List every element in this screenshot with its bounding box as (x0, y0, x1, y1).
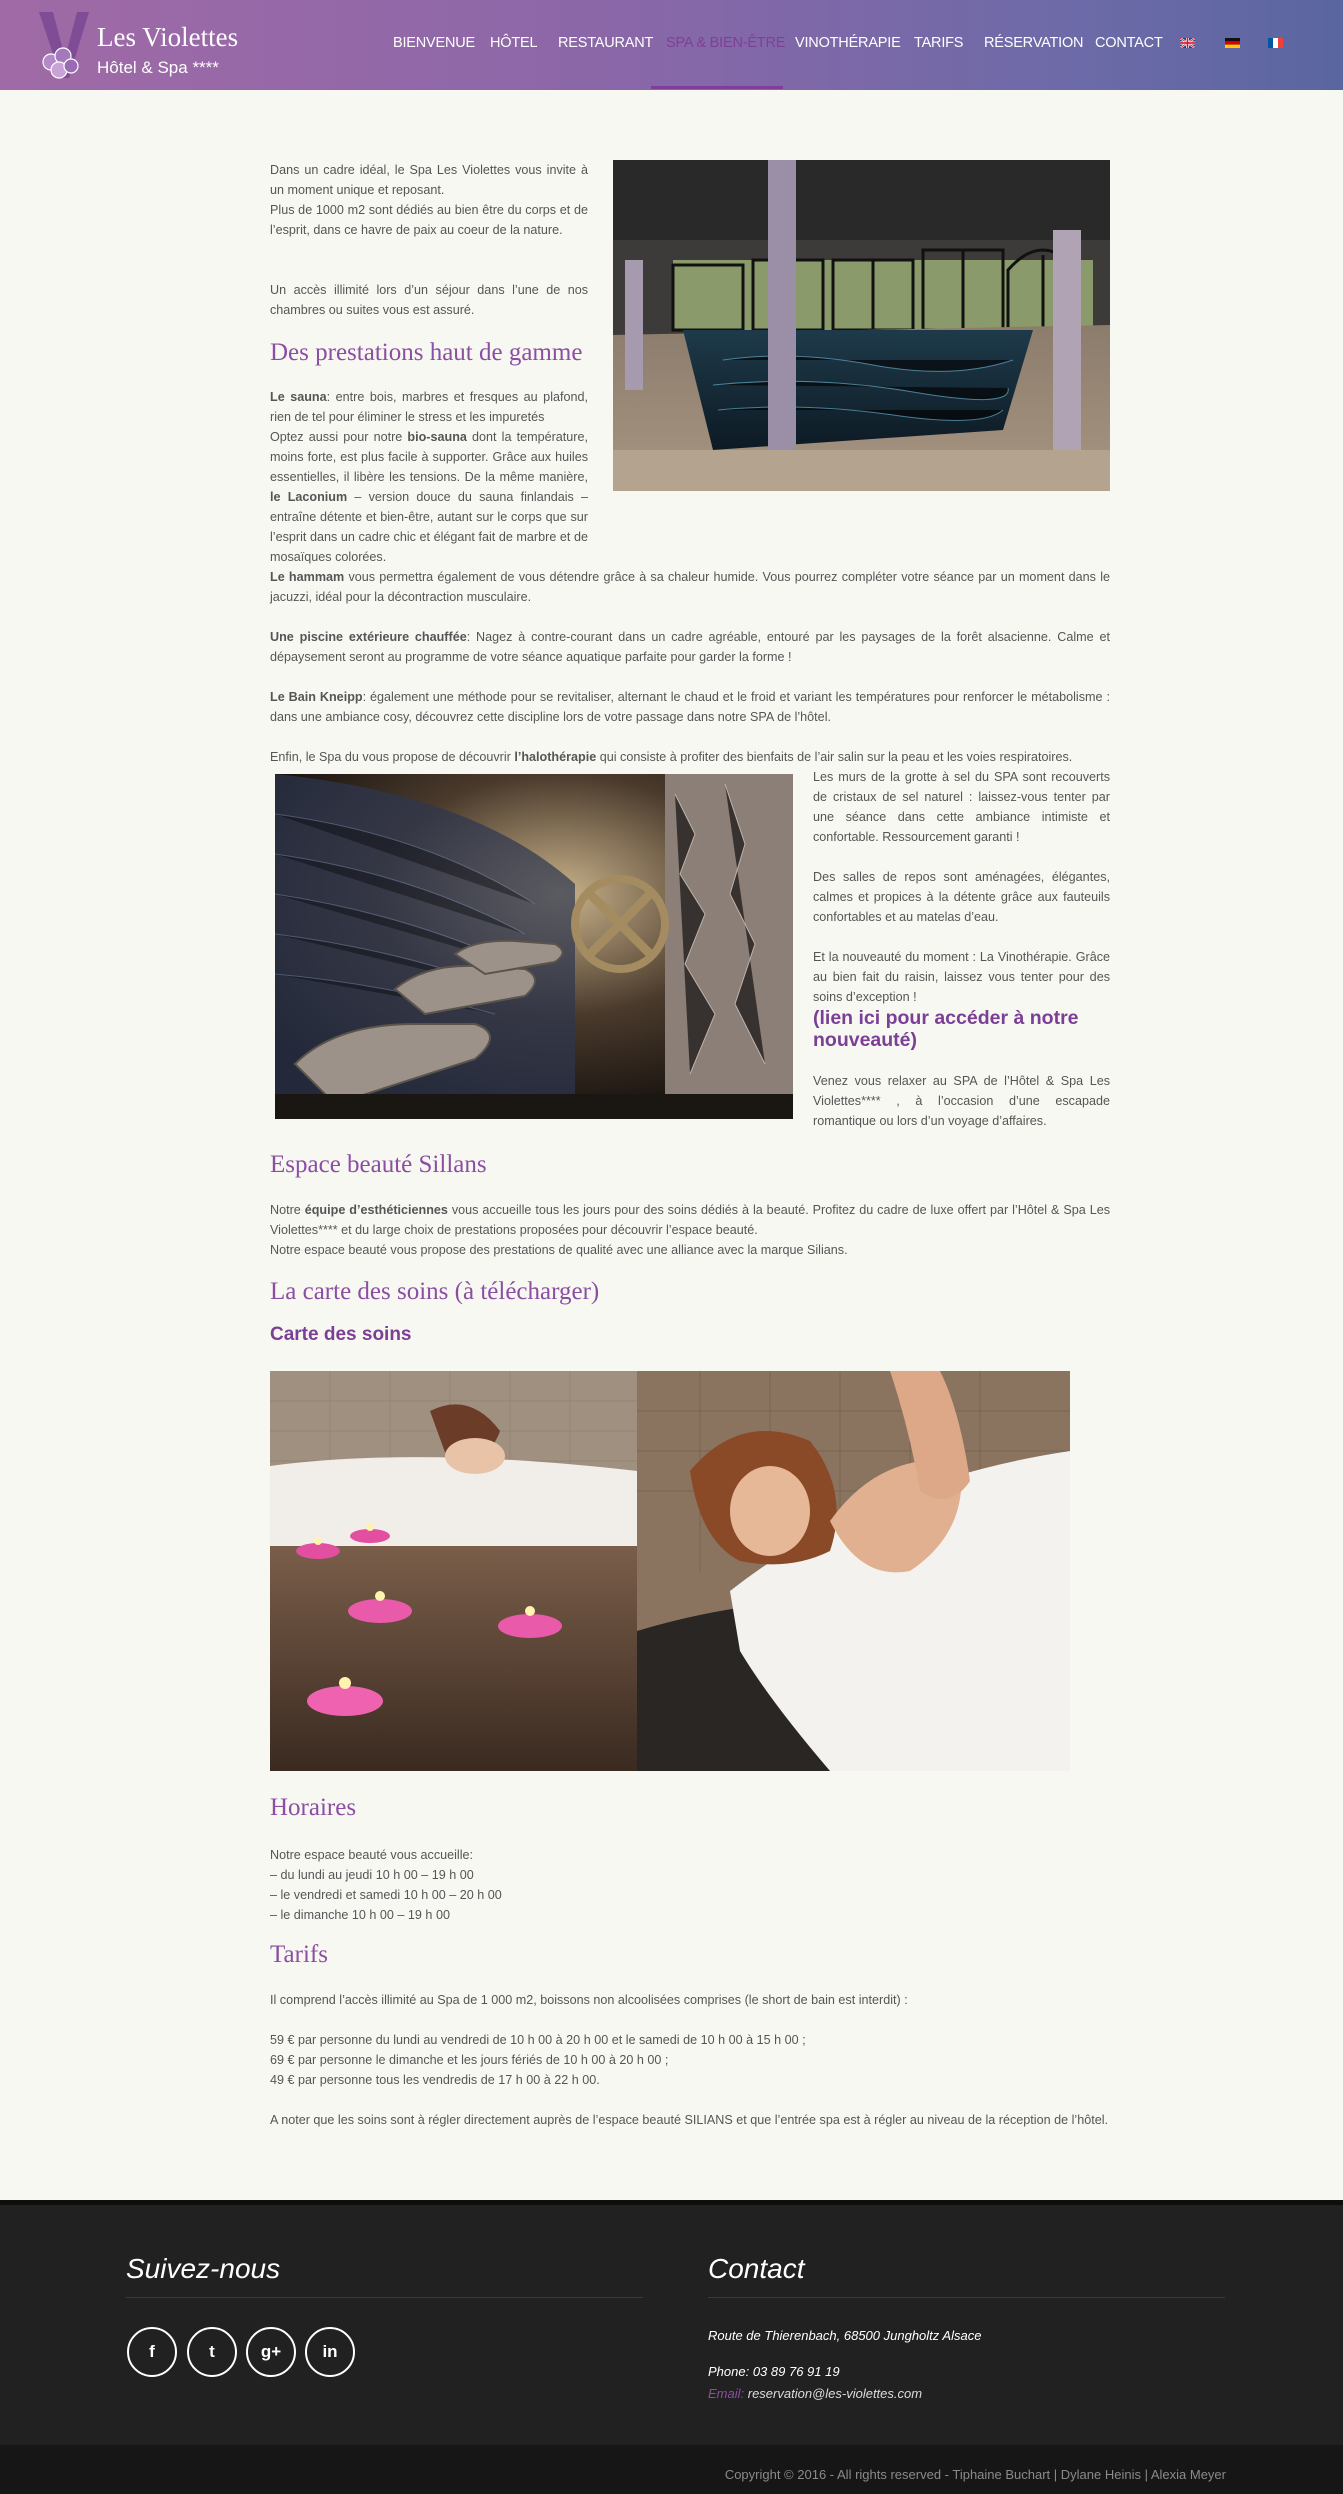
hammam-paragraph: Le hammam vous permettra également de vo… (270, 570, 1111, 604)
section-title-carte: La carte des soins (à télécharger) (270, 1278, 600, 1305)
carte-des-soins-link[interactable]: Carte des soins (270, 1325, 412, 1345)
copyright-bar: Copyright © 2016 - All rights reserved -… (0, 2445, 1343, 2494)
copyright-text: Copyright © 2016 - All rights reserved -… (724, 2467, 1226, 2482)
venez-paragraph: Venez vous relaxer au SPA de l’Hôtel & S… (813, 1074, 1110, 1128)
facebook-icon[interactable]: f (127, 2327, 177, 2377)
section-title-horaires: Horaires (270, 1794, 357, 1821)
intro-paragraph-3: Un accès illimité lors d’un séjour dans … (270, 283, 588, 317)
follow-us-title: Suivez-nous (126, 2253, 281, 2284)
sauna-label: Le sauna (270, 390, 327, 404)
french-flag-icon[interactable] (1268, 38, 1283, 48)
bio-sauna-label: bio-sauna (407, 430, 467, 444)
nav-hotel[interactable]: HÔTEL (490, 35, 538, 51)
footer-divider (708, 2297, 1225, 2298)
intro-paragraph-1: Dans un cadre idéal, le Spa Les Violette… (270, 163, 588, 197)
footer-divider (126, 2297, 643, 2298)
active-nav-indicator (651, 86, 783, 89)
nav-tarifs[interactable]: TARIFS (914, 35, 963, 51)
vinotherapie-link[interactable]: (lien ici pour accéder à notre nouveauté… (813, 1007, 1110, 1051)
site-footer: Suivez-nous f t g+ in Contact Route de T… (0, 2200, 1343, 2445)
nav-vinotherapie[interactable]: VINOTHÉRAPIE (795, 35, 901, 51)
intro-paragraph-2: Plus de 1000 m2 sont dédiés au bien être… (270, 203, 588, 237)
contact-title: Contact (708, 2253, 805, 2284)
nav-reservation[interactable]: RÉSERVATION (984, 35, 1084, 51)
repos-paragraph: Des salles de repos sont aménagées, élég… (813, 870, 1110, 924)
nav-spa-bien-etre[interactable]: SPA & BIEN-ÊTRE (666, 35, 785, 51)
nav-bienvenue[interactable]: BIENVENUE (393, 35, 475, 51)
kneipp-paragraph: Le Bain Kneipp: également une méthode po… (270, 690, 1110, 724)
linkedin-icon[interactable]: in (305, 2327, 355, 2377)
horaires-line: Notre espace beauté vous accueille: (270, 1848, 474, 1862)
laconium-label: le Laconium (270, 490, 348, 504)
nav-restaurant[interactable]: RESTAURANT (558, 35, 653, 51)
grotte-paragraph: Les murs de la grotte à sel du SPA sont … (813, 770, 1110, 844)
salt-cave-relaxation-photo (275, 774, 793, 1119)
nav-contact[interactable]: CONTACT (1095, 35, 1163, 51)
horaires-line: – le dimanche 10 h 00 – 19 h 00 (270, 1908, 450, 1922)
tarifs-note: A noter que les soins sont à régler dire… (270, 2113, 1109, 2127)
beaute-paragraph: Notre équipe d’esthéticiennes vous accue… (270, 1203, 1110, 1257)
footer-address: Route de Thierenbach, 68500 Jungholtz Al… (708, 2328, 982, 2343)
english-flag-icon[interactable] (1180, 38, 1195, 48)
price-line: 59 € par personne du lundi au vendredi d… (270, 2033, 806, 2047)
piscine-paragraph: Une piscine extérieure chauffée: Nagez à… (270, 630, 1111, 664)
price-line: 49 € par personne tous les vendredis de … (270, 2073, 600, 2087)
indoor-pool-photo (613, 160, 1110, 491)
tarifs-prices-list: 59 € par personne du lundi au vendredi d… (270, 2030, 1110, 2090)
horaires-list: Notre espace beauté vous accueille: – du… (270, 1845, 1110, 1925)
footer-phone: Phone: 03 89 76 91 19 (708, 2364, 840, 2379)
main-navigation: BIENVENUE HÔTEL RESTAURANT SPA & BIEN-ÊT… (0, 0, 1343, 90)
massage-candles-photo (270, 1371, 1070, 1771)
tarifs-intro: Il comprend l’accès illimité au Spa de 1… (270, 1993, 908, 2007)
twitter-icon[interactable]: t (187, 2327, 237, 2377)
horaires-line: – du lundi au jeudi 10 h 00 – 19 h 00 (270, 1868, 474, 1882)
google-plus-icon[interactable]: g+ (246, 2327, 296, 2377)
section-title-beaute: Espace beauté Sillans (270, 1151, 487, 1178)
footer-email-link[interactable]: reservation@les-violettes.com (748, 2386, 922, 2401)
section-title-prestations: Des prestations haut de gamme (270, 339, 583, 366)
horaires-line: – le vendredi et samedi 10 h 00 – 20 h 0… (270, 1888, 502, 1902)
halotherapie-paragraph: Enfin, le Spa du vous propose de découvr… (270, 750, 1073, 764)
price-line: 69 € par personne le dimanche et les jou… (270, 2053, 669, 2067)
footer-email-label: Email: (708, 2386, 745, 2401)
german-flag-icon[interactable] (1225, 38, 1240, 48)
site-header: Les Violettes Hôtel & Spa **** BIENVENUE… (0, 0, 1343, 90)
section-title-tarifs: Tarifs (270, 1941, 328, 1968)
nouveaute-paragraph: Et la nouveauté du moment : La Vinothéra… (813, 950, 1110, 1004)
